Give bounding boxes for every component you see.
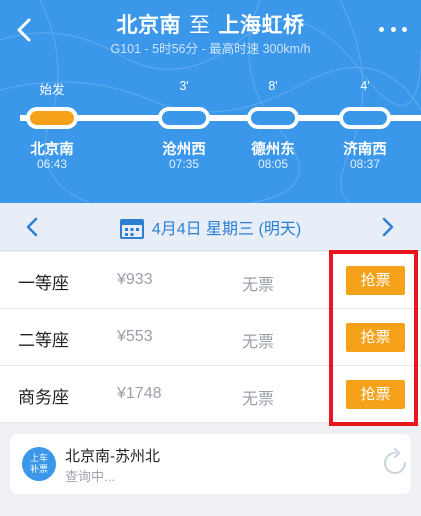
train-header: 北京南至上海虹桥 G101 - 5时56分 - 最高时速 300km/h 始发 … (0, 0, 421, 203)
seat-availability: 无票 (242, 391, 275, 408)
stop-time: 07:35 (168, 157, 200, 171)
page-title: 北京南至上海虹桥 (0, 9, 421, 39)
stop-dwell-label: 4' (360, 79, 370, 93)
stop-marker (26, 107, 78, 129)
seat-price: ¥553 (117, 328, 153, 345)
badge-line-1: 上车 (29, 453, 48, 463)
train-info-subtitle: G101 - 5时56分 - 最高时速 300km/h (110, 42, 311, 56)
stop-name: 沧州西 (162, 142, 206, 158)
highlight-annotation (329, 250, 418, 426)
loading-icon (384, 448, 406, 474)
date-label: 4月4日 星期三 (明天) (151, 221, 302, 238)
badge-line-2: 补票 (29, 464, 48, 474)
seat-class: 商务座 (18, 388, 69, 407)
stop-name: 北京南 (30, 142, 74, 158)
transfer-badge: 上车 补票 (22, 447, 56, 481)
seat-price: ¥1748 (117, 385, 162, 402)
stop-time: 06:43 (36, 157, 68, 171)
stop-dwell-label: 8' (268, 79, 278, 93)
stop-time: 08:05 (257, 157, 289, 171)
stop-name: 济南西 (343, 142, 387, 158)
seat-class: 一等座 (18, 274, 69, 293)
seat-availability: 无票 (242, 277, 275, 294)
seat-class: 二等座 (18, 331, 69, 350)
date-selector: 4月4日 星期三 (明天) (0, 203, 421, 251)
stop-time: 08:37 (349, 157, 381, 171)
title-separator: 至 (189, 14, 211, 37)
current-date[interactable]: 4月4日 星期三 (明天) (0, 215, 421, 241)
next-day-icon[interactable] (378, 215, 398, 239)
calendar-icon (119, 218, 144, 239)
stop-marker (247, 107, 299, 129)
transfer-card[interactable]: 上车 补票 北京南-苏州北 查询中... (10, 434, 411, 494)
stop-marker (339, 107, 391, 129)
transfer-route: 北京南-苏州北 (65, 448, 160, 465)
stop-name: 德州东 (251, 142, 295, 158)
stop-marker (158, 107, 210, 129)
transfer-status: 查询中... (65, 469, 115, 484)
seat-price: ¥933 (117, 271, 153, 288)
stop-dwell-label: 始发 (39, 83, 65, 97)
stop-dwell-label: 3' (179, 79, 189, 93)
more-options-icon[interactable] (379, 22, 407, 36)
title-from: 北京南 (116, 14, 181, 37)
seat-availability: 无票 (242, 334, 275, 351)
title-to: 上海虹桥 (218, 14, 305, 37)
